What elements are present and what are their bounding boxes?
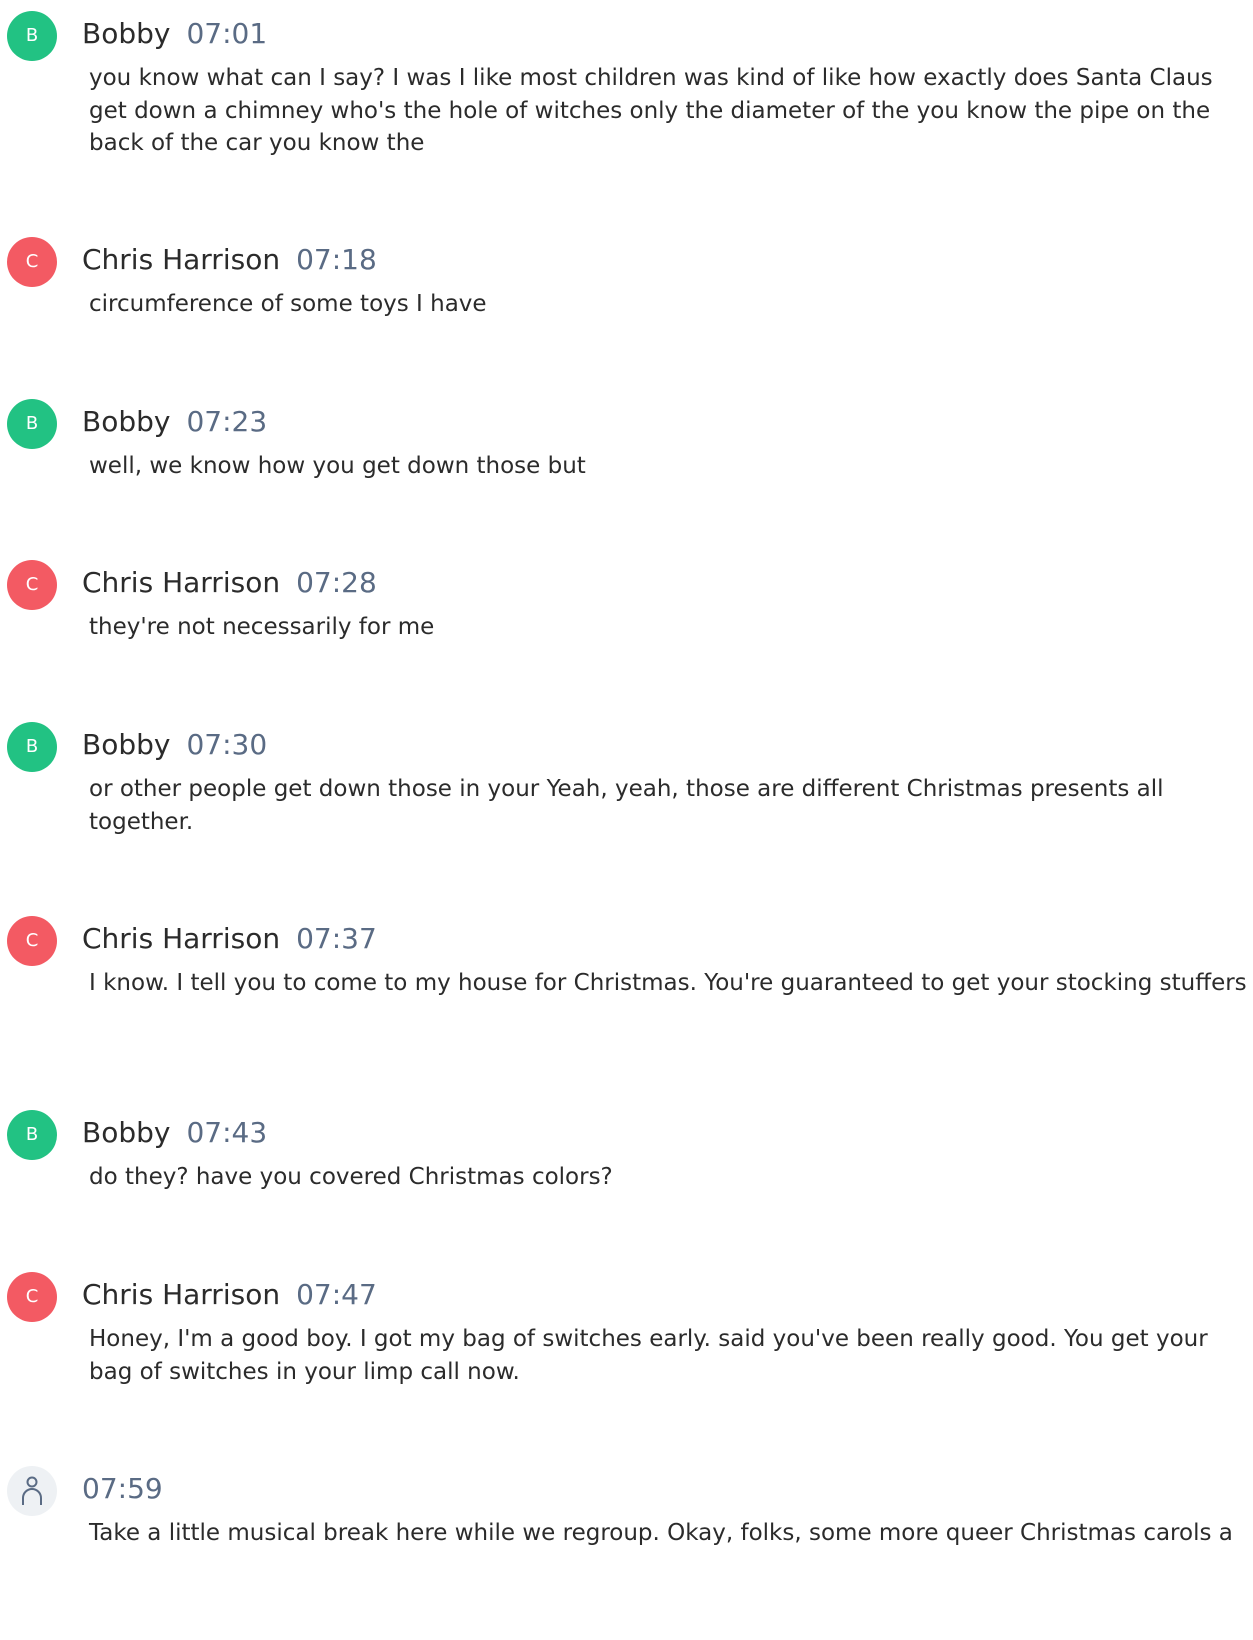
speaker-name: Bobby	[82, 405, 171, 438]
entry-text: Take a little musical break here while w…	[89, 1520, 1233, 1546]
timestamp[interactable]: 07:23	[186, 405, 267, 438]
timestamp[interactable]: 07:01	[186, 17, 267, 50]
avatar: C	[7, 1272, 57, 1322]
avatar: C	[7, 560, 57, 610]
timestamp[interactable]: 07:43	[186, 1116, 267, 1149]
timestamp[interactable]: 07:28	[296, 566, 377, 599]
timestamp[interactable]: 07:30	[186, 728, 267, 761]
speaker-name: Chris Harrison	[82, 566, 281, 599]
entry-header: Chris Harrison 07:18	[82, 240, 377, 280]
speaker-name: Chris Harrison	[82, 243, 281, 276]
person-icon	[22, 1476, 42, 1505]
entry-text: you know what can I say? I was I like mo…	[89, 65, 1213, 156]
timestamp[interactable]: 07:37	[296, 922, 377, 955]
timestamp[interactable]: 07:18	[296, 243, 377, 276]
avatar: C	[7, 237, 57, 287]
entry-header: Bobby 07:43	[82, 1113, 267, 1153]
entry-text: I know. I tell you to come to my house f…	[89, 970, 1247, 996]
timestamp[interactable]: 07:47	[296, 1278, 377, 1311]
avatar: B	[7, 1110, 57, 1160]
speaker-name: Bobby	[82, 728, 171, 761]
entry-text: do they? have you covered Christmas colo…	[89, 1164, 613, 1190]
entry-text: circumference of some toys I have	[89, 291, 487, 317]
transcript: B Bobby 07:01 you know what can I say? I …	[0, 0, 1253, 1640]
avatar: B	[7, 722, 57, 772]
timestamp[interactable]: 07:59	[82, 1472, 163, 1505]
entry-header: Bobby 07:01	[82, 14, 267, 54]
avatar: C	[7, 916, 57, 966]
entry-header: Chris Harrison 07:47	[82, 1275, 377, 1315]
entry-text: they're not necessarily for me	[89, 614, 435, 640]
entry-header: Bobby 07:30	[82, 725, 267, 765]
avatar	[7, 1466, 57, 1516]
entry-header: Bobby 07:23	[82, 402, 267, 442]
avatar: B	[7, 11, 57, 61]
speaker-name: Bobby	[82, 17, 171, 50]
entry-header: 07:59	[82, 1469, 163, 1509]
entry-header: Chris Harrison 07:28	[82, 563, 377, 603]
entry-text: Honey, I'm a good boy. I got my bag of s…	[89, 1326, 1208, 1385]
entry-text: or other people get down those in your Y…	[89, 776, 1164, 835]
entry-header: Chris Harrison 07:37	[82, 919, 377, 959]
speaker-name: Bobby	[82, 1116, 171, 1149]
speaker-name: Chris Harrison	[82, 922, 281, 955]
speaker-name: Chris Harrison	[82, 1278, 281, 1311]
avatar: B	[7, 399, 57, 449]
entry-text: well, we know how you get down those but	[89, 453, 586, 479]
